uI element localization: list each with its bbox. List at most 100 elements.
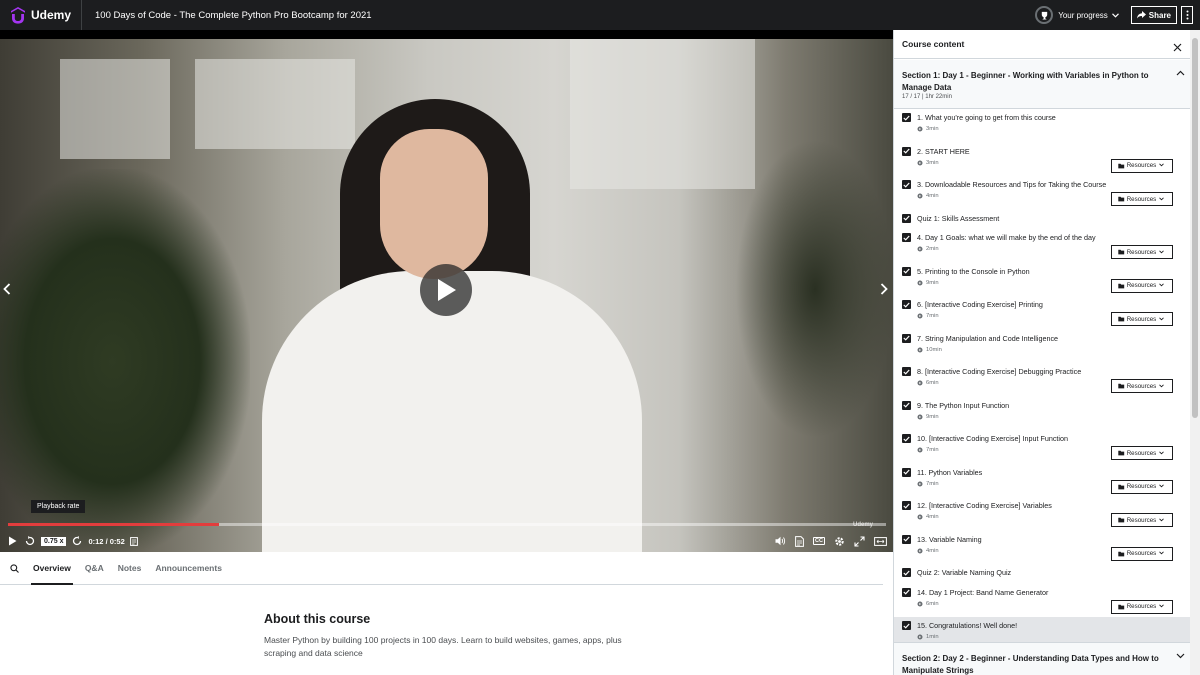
chevron-down-icon (1156, 517, 1166, 524)
play-button[interactable] (8, 536, 17, 546)
lecture-checkbox[interactable] (902, 534, 911, 544)
playback-rate-button[interactable]: 0.75 x (41, 536, 67, 546)
resources-button[interactable]: Resources (1111, 278, 1173, 293)
lecture-checkbox[interactable] (902, 587, 911, 597)
your-progress-button[interactable]: Your progress (1035, 6, 1119, 24)
lecture-checkbox[interactable] (902, 333, 911, 343)
lecture-item[interactable]: 8. [Interactive Coding Exercise] Debuggi… (894, 363, 1191, 397)
lecture-checkbox[interactable] (902, 568, 911, 577)
lecture-item[interactable]: 6. [Interactive Coding Exercise] Printin… (894, 296, 1191, 330)
tab-notes[interactable]: Notes (116, 552, 144, 585)
lecture-item[interactable]: 5. Printing to the Console in Python 9min… (894, 263, 1191, 297)
section-header-2[interactable]: Section 2: Day 2 - Beginner - Understand… (894, 642, 1191, 675)
lecture-checkbox[interactable] (902, 467, 911, 477)
lecture-duration-text: 9min (926, 279, 939, 286)
lecture-checkbox[interactable] (902, 300, 911, 309)
check-icon (903, 268, 910, 274)
scrollbar-thumb[interactable] (1192, 38, 1198, 418)
lecture-title: 9. The Python Input Function (917, 400, 1010, 410)
play-icon (9, 536, 17, 546)
udemy-logo[interactable]: Udemy (8, 0, 71, 30)
lecture-checkbox[interactable] (902, 146, 911, 156)
lecture-item[interactable]: 2. START HERE 3min Resources (894, 143, 1191, 177)
lecture-item[interactable]: 4. Day 1 Goals: what we will make by the… (894, 229, 1191, 263)
lecture-checkbox[interactable] (902, 621, 911, 630)
tab-qa[interactable]: Q&A (83, 552, 106, 585)
resources-button[interactable]: Resources (1111, 379, 1173, 393)
lecture-duration-text: 4min (926, 547, 939, 554)
video-player[interactable]: Playback rate Udemy 0.75 x 0:12 / 0:52 C… (0, 30, 893, 552)
lecture-checkbox[interactable] (902, 400, 911, 410)
lecture-duration: 6min (917, 601, 939, 607)
transcript-button[interactable] (795, 535, 804, 547)
lecture-title: 7. String Manipulation and Code Intellig… (917, 333, 1059, 343)
resources-button[interactable]: Resources (1111, 158, 1173, 173)
background-shelf (60, 59, 170, 159)
captions-button[interactable]: CC (813, 537, 825, 545)
next-lecture-button[interactable] (880, 282, 888, 300)
lecture-item[interactable]: 9. The Python Input Function 9min (894, 397, 1191, 431)
lecture-item[interactable]: 10. [Interactive Coding Exercise] Input … (894, 430, 1191, 464)
resources-button[interactable]: Resources (1111, 513, 1173, 527)
check-icon (903, 469, 910, 475)
lecture-item[interactable]: Quiz 2: Variable Naming Quiz (894, 564, 1191, 584)
lecture-checkbox[interactable] (902, 367, 911, 376)
settings-button[interactable] (834, 536, 845, 547)
check-icon (903, 402, 910, 408)
more-options-button[interactable] (1181, 6, 1193, 24)
resources-button[interactable]: Resources (1111, 192, 1173, 206)
check-icon (903, 369, 910, 375)
expand-button[interactable] (874, 536, 887, 546)
playback-rate-tooltip: Playback rate (31, 500, 86, 513)
lecture-duration: 7min (917, 313, 939, 319)
playback-time: 0:12 / 0:52 (88, 536, 125, 546)
lecture-item[interactable]: 14. Day 1 Project: Band Name Generator 6m… (894, 584, 1191, 618)
resources-button[interactable]: Resources (1111, 599, 1173, 614)
tab-overview[interactable]: Overview (31, 552, 73, 585)
lecture-checkbox[interactable] (902, 501, 911, 510)
resources-button[interactable]: Resources (1111, 245, 1173, 259)
resources-button[interactable]: Resources (1111, 479, 1173, 494)
lecture-item[interactable]: 12. [Interactive Coding Exercise] Variab… (894, 497, 1191, 531)
lecture-checkbox[interactable] (902, 233, 911, 242)
resources-button[interactable]: Resources (1111, 446, 1173, 460)
section-header-1[interactable]: Section 1: Day 1 - Beginner - Working wi… (894, 60, 1191, 109)
lecture-checkbox[interactable] (902, 180, 911, 189)
rewind-button[interactable] (25, 536, 35, 546)
resources-label: Resources (1126, 282, 1157, 289)
forward-icon (73, 536, 82, 546)
lecture-item[interactable]: 7. String Manipulation and Code Intellig… (894, 330, 1191, 364)
share-button[interactable]: Share (1130, 6, 1177, 24)
tab-announcements[interactable]: Announcements (153, 552, 224, 585)
fullscreen-button[interactable] (854, 535, 865, 547)
close-sidebar-button[interactable] (1173, 39, 1182, 57)
lecture-item[interactable]: 13. Variable Naming 4min Resources (894, 531, 1191, 565)
resources-button[interactable]: Resources (1111, 546, 1173, 561)
search-button[interactable] (10, 563, 19, 573)
background-plant (735, 139, 893, 439)
play-overlay-button[interactable] (420, 264, 472, 316)
add-note-button[interactable] (129, 536, 138, 546)
previous-lecture-button[interactable] (3, 282, 11, 300)
lecture-item[interactable]: 3. Downloadable Resources and Tips for T… (894, 176, 1191, 210)
forward-button[interactable] (72, 536, 82, 546)
video-progress-bar[interactable] (8, 523, 886, 526)
lecture-item[interactable]: Quiz 1: Skills Assessment (894, 210, 1191, 230)
lecture-checkbox[interactable] (902, 434, 911, 443)
sidebar-scrollbar[interactable] (1190, 30, 1200, 675)
more-vertical-icon (1186, 10, 1188, 20)
lecture-item[interactable]: 11. Python Variables 7min Resources (894, 464, 1191, 498)
course-title[interactable]: 100 Days of Code - The Complete Python P… (95, 10, 372, 21)
resources-button[interactable]: Resources (1111, 312, 1173, 326)
sidebar-header: Course content (894, 30, 1191, 59)
fullscreen-icon (854, 535, 865, 547)
volume-button[interactable] (775, 536, 786, 546)
lecture-checkbox[interactable] (902, 266, 911, 276)
lecture-checkbox[interactable] (902, 113, 911, 122)
lecture-checkbox[interactable] (902, 213, 911, 223)
lecture-item[interactable]: 1. What you're going to get from this co… (894, 109, 1191, 143)
video-clock-icon (917, 347, 923, 352)
lecture-duration-text: 2min (926, 246, 939, 252)
lecture-duration-text: 4min (926, 193, 939, 199)
lecture-title: 5. Printing to the Console in Python (917, 266, 1030, 276)
